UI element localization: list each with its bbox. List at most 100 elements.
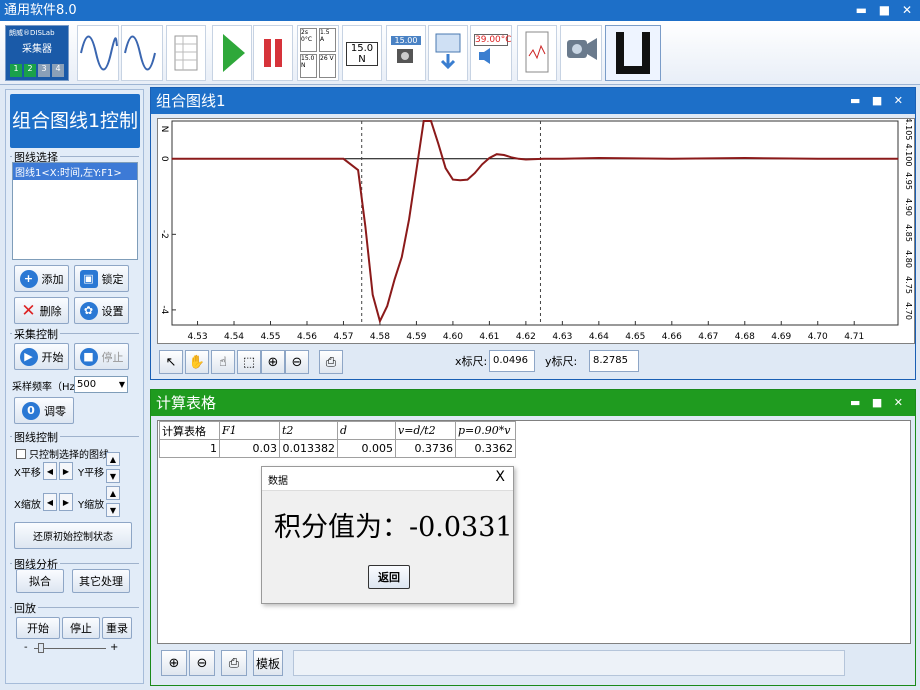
line-chart[interactable]: 4.53 4.54 4.55 4.56 4.57 4.58 4.59 4.60 4.61 4.62…	[158, 118, 914, 343]
x-tick-label: 4.62	[516, 332, 536, 342]
playback-label: 回放	[12, 600, 38, 616]
x-move-left-button[interactable]: ◀	[43, 462, 57, 480]
data-point	[423, 120, 425, 122]
add-curve-button[interactable]: + 添加	[14, 265, 69, 292]
zero-button[interactable]: 0 调零	[14, 397, 74, 424]
data-point	[817, 158, 819, 160]
big-meter-button[interactable]: 15.0 N	[342, 25, 382, 81]
checkbox-box[interactable]	[16, 448, 26, 459]
sine-wave-icon	[80, 35, 118, 71]
other-processing-button[interactable]: 其它处理	[72, 569, 130, 593]
upload-button[interactable]	[428, 25, 468, 81]
x-tick-label: 4.53	[188, 332, 208, 342]
calc-window-controls[interactable]: ▬ ■ ✕	[850, 390, 907, 416]
table-cell[interactable]: 0.3736	[395, 439, 456, 458]
chart-plot-area[interactable]: 4.53 4.54 4.55 4.56 4.57 4.58 4.59 4.60 4.61 4.62…	[157, 118, 915, 344]
data-point	[466, 178, 469, 181]
table-tool-button[interactable]	[166, 25, 206, 81]
x-scale-right-button[interactable]: ▶	[59, 493, 73, 511]
wave-icon	[124, 35, 156, 71]
playback-start-button[interactable]: 开始	[16, 617, 60, 639]
table-cell[interactable]: 1	[159, 439, 220, 458]
reset-control-button[interactable]: 还原初始控制状态	[14, 522, 132, 549]
y-scale-up-button[interactable]: ▲	[106, 486, 120, 500]
print-icon[interactable]: ⎙	[221, 650, 247, 676]
stop-acquisition-button[interactable]	[253, 25, 293, 81]
delete-curve-button[interactable]: ✕ 删除	[14, 297, 69, 324]
select-region-icon[interactable]: ⬚	[237, 350, 261, 374]
document-button[interactable]	[517, 25, 557, 81]
waveform2-tool-button[interactable]	[121, 25, 163, 81]
only-selected-checkbox[interactable]: 只控制选择的图线	[16, 446, 109, 461]
pointer-icon[interactable]: ↖	[159, 350, 183, 374]
table-row[interactable]: 1 0.03 0.013382 0.005 0.3736 0.3362	[159, 439, 516, 458]
temperature-meter-button[interactable]: 39.00°C	[470, 25, 512, 81]
y-move-down-button[interactable]: ▼	[106, 469, 120, 483]
table-cell[interactable]: 0.005	[337, 439, 396, 458]
channel-4[interactable]: 4	[52, 64, 64, 77]
table-cell[interactable]: 0.3362	[455, 439, 516, 458]
hand-icon[interactable]: ✋	[185, 350, 209, 374]
return-button[interactable]: 返回	[368, 565, 410, 589]
stop-button[interactable]: ■ 停止	[74, 343, 129, 370]
sample-rate-select[interactable]: 500 ▼	[74, 376, 128, 393]
playback-slider-track[interactable]	[34, 648, 106, 649]
table-cell[interactable]: 0.013382	[279, 439, 338, 458]
y-move-up-button[interactable]: ▲	[106, 452, 120, 466]
zoom-in-icon[interactable]: ⊕	[261, 350, 285, 374]
temp-readout: 39.00°C	[474, 34, 512, 46]
photogate-button[interactable]	[605, 25, 661, 81]
data-point	[543, 158, 545, 160]
calc-scrollbar[interactable]	[293, 650, 845, 676]
table-cell[interactable]: 0.03	[219, 439, 280, 458]
app-title: 通用软件8.0	[4, 3, 77, 18]
template-button[interactable]: 模板	[253, 650, 283, 676]
slider-minus: -	[24, 642, 28, 653]
start-button[interactable]: ▶ 开始	[14, 343, 69, 370]
data-point	[342, 158, 345, 160]
curve-control-label: 图线控制	[12, 429, 60, 445]
playback-stop-button[interactable]: 停止	[62, 617, 100, 639]
x-move-right-button[interactable]: ▶	[59, 462, 73, 480]
settings-button[interactable]: ✿ 设置	[74, 297, 129, 324]
lock-button[interactable]: ▣ 锁定	[74, 265, 129, 292]
x-tick-label: 4.65	[625, 332, 645, 342]
print-icon[interactable]: ⎙	[319, 350, 343, 374]
channel-1[interactable]: 1	[10, 64, 22, 77]
chart-window-controls[interactable]: ▬ ■ ✕	[850, 88, 907, 114]
dialog-message: 积分值为：-0.0331	[274, 512, 513, 543]
right-tick-label: 4.100	[904, 144, 913, 167]
x-tick-label: 4.64	[589, 332, 609, 342]
zoom-out-icon[interactable]: ⊖	[189, 650, 215, 676]
hand-cursor-icon[interactable]: ☝	[211, 350, 235, 374]
y-scale-down-button[interactable]: ▼	[106, 503, 120, 517]
x-scale-left-button[interactable]: ◀	[43, 493, 57, 511]
calc-table[interactable]: 计算表格 F1 t2 d v=d/t2 p=0.90*v 1 0.03 0.01…	[159, 421, 516, 458]
stop-icon: ■	[79, 347, 98, 366]
close-icon[interactable]: X	[495, 469, 505, 485]
channel-3[interactable]: 3	[38, 64, 50, 77]
collector-button[interactable]: 朗威®DISLab 采集器 1 2 3 4	[5, 25, 69, 81]
curve-list[interactable]: 图线1<X:时间,左Y:F1>	[12, 162, 138, 260]
camera-meter-button[interactable]: 15.00	[386, 25, 426, 81]
window-controls[interactable]: ▬ ■ ✕	[856, 0, 916, 21]
channel-2[interactable]: 2	[24, 64, 36, 77]
playback-slider-thumb[interactable]	[38, 643, 44, 653]
curve-list-item[interactable]: 图线1<X:时间,左Y:F1>	[13, 163, 137, 180]
x-tick-label: 4.56	[297, 332, 317, 342]
fit-button[interactable]: 拟合	[16, 569, 64, 593]
zoom-out-icon[interactable]: ⊖	[285, 350, 309, 374]
right-tick-label: 4.90	[904, 198, 913, 216]
right-tick-label: 4.80	[904, 250, 913, 268]
replay-button[interactable]: 重录	[102, 617, 132, 639]
big-meter-value: 15.0 N	[346, 42, 378, 66]
x-tick-label: 4.59	[406, 332, 426, 342]
start-acquisition-button[interactable]	[212, 25, 252, 81]
zoom-in-icon[interactable]: ⊕	[161, 650, 187, 676]
x-tick-label: 4.63	[552, 332, 572, 342]
meter-display-button[interactable]: 2s 0°C 1.5 A 15.0 N 26 V	[297, 25, 339, 81]
waveform-tool-button[interactable]	[77, 25, 119, 81]
x-move-label: X平移	[14, 468, 41, 479]
x-scale-label: X缩放	[14, 500, 41, 511]
video-button[interactable]	[560, 25, 602, 81]
